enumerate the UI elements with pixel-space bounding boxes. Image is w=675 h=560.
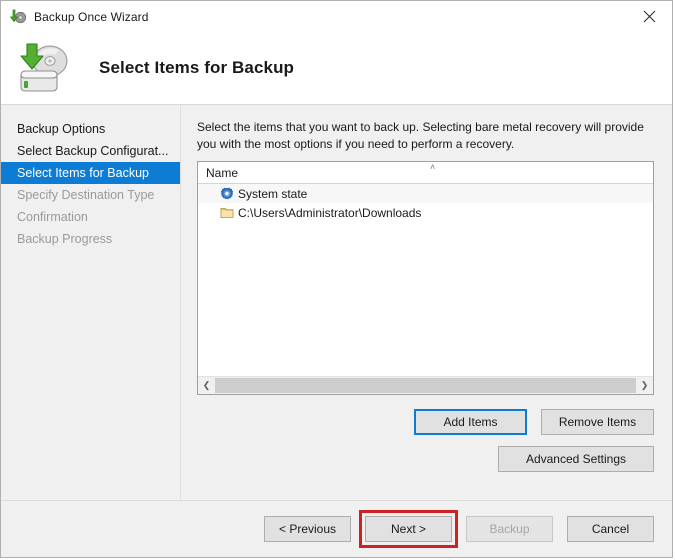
main-content: Select the items that you want to back u…	[181, 105, 672, 500]
advanced-settings-button[interactable]: Advanced Settings	[498, 446, 654, 472]
page-title: Select Items for Backup	[99, 58, 295, 77]
list-item[interactable]: System state	[198, 184, 653, 203]
backup-disk-icon	[9, 8, 27, 26]
sidebar-item-backup-options[interactable]: Backup Options	[1, 118, 180, 140]
cancel-button[interactable]: Cancel	[567, 516, 654, 542]
wizard-steps-sidebar: Backup Options Select Backup Configurat.…	[1, 105, 181, 500]
cancel-button-wrapper: Cancel	[567, 516, 654, 542]
scrollbar-track[interactable]	[215, 377, 636, 394]
previous-button-wrapper: < Previous	[264, 516, 351, 542]
folder-icon	[220, 206, 234, 220]
instruction-text: Select the items that you want to back u…	[197, 120, 644, 151]
column-header-name[interactable]: Name ˄	[198, 162, 653, 184]
scrollbar-thumb[interactable]	[215, 378, 636, 393]
system-state-gear-icon	[220, 187, 234, 201]
sidebar-item-select-items-for-backup[interactable]: Select Items for Backup	[1, 162, 180, 184]
next-button[interactable]: Next >	[365, 516, 452, 542]
next-button-wrapper: Next >	[359, 510, 458, 548]
window-body: Backup Options Select Backup Configurat.…	[1, 105, 672, 500]
sidebar-item-confirmation[interactable]: Confirmation	[1, 206, 180, 228]
scroll-right-icon[interactable]: ❯	[636, 377, 653, 394]
horizontal-scrollbar[interactable]: ❮ ❯	[198, 376, 653, 394]
sidebar-item-select-backup-configuration[interactable]: Select Backup Configurat...	[1, 140, 180, 162]
window-title: Backup Once Wizard	[34, 9, 149, 24]
list-item[interactable]: C:\Users\Administrator\Downloads	[198, 203, 653, 222]
list-items-container: System state C:\Users\Administrator\Down…	[198, 184, 653, 376]
column-header-label: Name	[206, 165, 239, 180]
backup-once-wizard-window: Backup Once Wizard Select Items for Back…	[0, 0, 673, 558]
close-icon[interactable]	[627, 1, 672, 31]
title-bar: Backup Once Wizard	[1, 1, 672, 32]
sidebar-item-backup-progress[interactable]: Backup Progress	[1, 228, 180, 250]
sort-ascending-icon: ˄	[430, 162, 436, 172]
hard-drive-disc-arrow-icon	[11, 41, 77, 95]
remove-items-button[interactable]: Remove Items	[541, 409, 654, 435]
previous-button[interactable]: < Previous	[264, 516, 351, 542]
page-header: Select Items for Backup	[1, 32, 672, 105]
scroll-left-icon[interactable]: ❮	[198, 377, 215, 394]
item-action-buttons: Add Items Remove Items Advanced Settings	[197, 409, 654, 472]
add-items-button[interactable]: Add Items	[414, 409, 527, 435]
wizard-navigation-bar: < Previous Next > Backup Cancel	[1, 500, 672, 557]
list-item-label: System state	[238, 186, 308, 201]
sidebar-item-specify-destination-type[interactable]: Specify Destination Type	[1, 184, 180, 206]
backup-button: Backup	[466, 516, 553, 542]
backup-button-wrapper: Backup	[466, 516, 553, 542]
list-item-label: C:\Users\Administrator\Downloads	[238, 205, 422, 220]
backup-items-listbox[interactable]: Name ˄ System state C:\Users\Administrat…	[197, 161, 654, 395]
